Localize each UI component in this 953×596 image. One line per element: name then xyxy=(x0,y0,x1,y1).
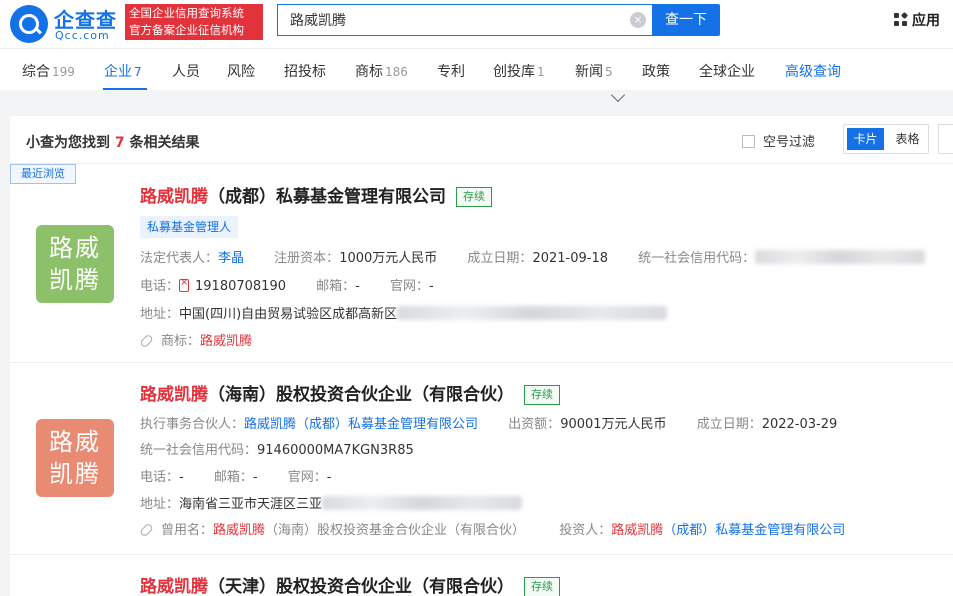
tab-label: 风险 xyxy=(227,64,255,80)
tab-count: 186 xyxy=(385,65,408,79)
tab-label: 新闻 xyxy=(575,64,603,80)
results-panel: 小查为您找到 7 条相关结果 空号过滤 卡片 表格 最近浏览 路威 凯腾 路威凯腾… xyxy=(10,116,953,596)
tab-label: 全球企业 xyxy=(699,64,755,80)
tab-label: 专利 xyxy=(437,64,465,80)
company-logo[interactable]: 路威 凯腾 xyxy=(36,225,114,303)
qcc-logo[interactable]: 企查查 Qcc.com xyxy=(10,3,122,43)
search-button[interactable]: 查一下 xyxy=(652,4,720,36)
investor-link[interactable]: 路威凯腾 xyxy=(611,523,663,538)
tab-company[interactable]: 企业 7 xyxy=(104,61,142,81)
redacted-address xyxy=(397,306,668,320)
tab-patent[interactable]: 专利 xyxy=(437,61,465,81)
credit-row: 统一社会信用代码：91460000MA7KGN3R85 xyxy=(140,443,414,458)
company-logo[interactable]: 路威 凯腾 xyxy=(36,419,114,497)
company-name[interactable]: 路威凯腾（成都）私募基金管理有限公司 存续 xyxy=(140,182,492,207)
qcc-logo-icon xyxy=(10,5,48,43)
tab-bidding[interactable]: 招投标 xyxy=(284,61,326,81)
search-box: × xyxy=(277,4,654,36)
tab-label: 企业 xyxy=(104,64,132,80)
empty-number-filter[interactable]: 空号过滤 xyxy=(742,131,815,150)
view-toggle: 卡片 表格 xyxy=(843,124,929,154)
apps-label: 应用 xyxy=(912,13,940,29)
redacted-credit-code xyxy=(755,250,926,264)
status-badge: 存续 xyxy=(524,577,560,596)
more-options-button[interactable] xyxy=(938,124,953,154)
redacted-address xyxy=(322,496,523,510)
divider xyxy=(10,362,953,363)
partner-link[interactable]: 路威凯腾（成都）私募基金管理有限公司 xyxy=(244,417,478,432)
former-name-row: 曾用名：路威凯腾（海南）股权投资基金合伙企业（有限合伙） 投资人：路威凯腾（成都… xyxy=(139,519,845,538)
official-badge: 全国企业信用查询系统 官方备案企业征信机构 xyxy=(125,4,263,40)
tab-label: 人员 xyxy=(172,64,200,80)
status-badge: 存续 xyxy=(524,385,560,405)
result-count: 小查为您找到 7 条相关结果 xyxy=(26,135,200,151)
tab-count: 5 xyxy=(605,65,613,79)
contact-row: 电话：- 邮箱：- 官网：- xyxy=(140,470,332,485)
tab-label: 商标 xyxy=(355,64,383,80)
divider xyxy=(10,554,953,555)
tab-label: 综合 xyxy=(22,64,50,80)
tab-label: 政策 xyxy=(642,64,670,80)
company-name[interactable]: 路威凯腾（海南）股权投资合伙企业（有限合伙） 存续 xyxy=(140,380,560,405)
apps-menu[interactable]: 应用 xyxy=(894,10,940,30)
info-row: 法定代表人：李晶 注册资本：1000万元人民币 成立日期：2021-09-18 … xyxy=(140,247,926,266)
category-tabs: 综合 199 企业 7 人员 风险 招投标 商标 186 专利 创投库 1 新闻 5 政策… xyxy=(0,48,953,90)
link-icon xyxy=(139,522,154,538)
active-tab-indicator xyxy=(103,88,147,90)
company-tag: 私募基金管理人 xyxy=(140,216,239,238)
phone-icon xyxy=(179,277,190,292)
filter-label: 空号过滤 xyxy=(763,135,816,150)
link-icon xyxy=(139,333,154,349)
clear-icon[interactable]: × xyxy=(630,12,646,28)
tab-count: 1 xyxy=(537,65,545,79)
badge-line-1: 全国企业信用查询系统 xyxy=(129,6,244,20)
status-badge: 存续 xyxy=(456,187,492,207)
tab-advanced-search[interactable]: 高级查询 xyxy=(785,61,841,81)
chevron-down-icon[interactable] xyxy=(610,87,626,103)
contact-row: 电话：19180708190 邮箱：- 官网：- xyxy=(140,275,434,294)
trademark-link[interactable]: 路威凯腾 xyxy=(200,334,252,349)
table-view-button[interactable]: 表格 xyxy=(891,128,924,150)
tab-global[interactable]: 全球企业 xyxy=(699,61,755,81)
tab-count: 7 xyxy=(134,65,142,79)
logo-domain: Qcc.com xyxy=(55,29,110,42)
tab-label: 高级查询 xyxy=(785,64,841,80)
card-view-button[interactable]: 卡片 xyxy=(847,128,884,150)
tab-count: 199 xyxy=(52,65,75,79)
phone-value[interactable]: 19180708190 xyxy=(195,279,286,294)
filter-checkbox[interactable] xyxy=(742,135,755,148)
apps-grid-icon xyxy=(894,11,909,27)
tab-news[interactable]: 新闻 5 xyxy=(575,61,613,81)
tab-label: 创投库 xyxy=(493,64,535,80)
tab-label: 招投标 xyxy=(284,64,326,80)
tab-all[interactable]: 综合 199 xyxy=(22,61,75,81)
info-row: 执行事务合伙人：路威凯腾（成都）私募基金管理有限公司 出资额：90001万元人民… xyxy=(140,417,838,432)
tab-policy[interactable]: 政策 xyxy=(642,61,670,81)
tab-trademark[interactable]: 商标 186 xyxy=(355,61,408,81)
tab-risk[interactable]: 风险 xyxy=(227,61,255,81)
address-row: 地址：中国(四川)自由贸易试验区成都高新区 xyxy=(140,303,668,322)
legal-rep-link[interactable]: 李晶 xyxy=(218,251,244,266)
search-input[interactable] xyxy=(290,5,620,35)
address-row: 地址：海南省三亚市天涯区三亚 xyxy=(140,493,523,512)
tab-person[interactable]: 人员 xyxy=(172,61,200,81)
tab-venture[interactable]: 创投库 1 xyxy=(493,61,545,81)
company-name[interactable]: 路威凯腾（天津）股权投资合伙企业（有限合伙） 存续 xyxy=(140,572,560,596)
credit-code: 91460000MA7KGN3R85 xyxy=(257,443,414,458)
top-header: 企查查 Qcc.com 全国企业信用查询系统 官方备案企业征信机构 × 查一下 … xyxy=(0,0,953,48)
badge-line-2: 官方备案企业征信机构 xyxy=(129,23,244,37)
divider xyxy=(10,163,953,164)
recent-tag: 最近浏览 xyxy=(10,164,76,184)
trademark-row: 商标：路威凯腾 xyxy=(139,330,252,349)
